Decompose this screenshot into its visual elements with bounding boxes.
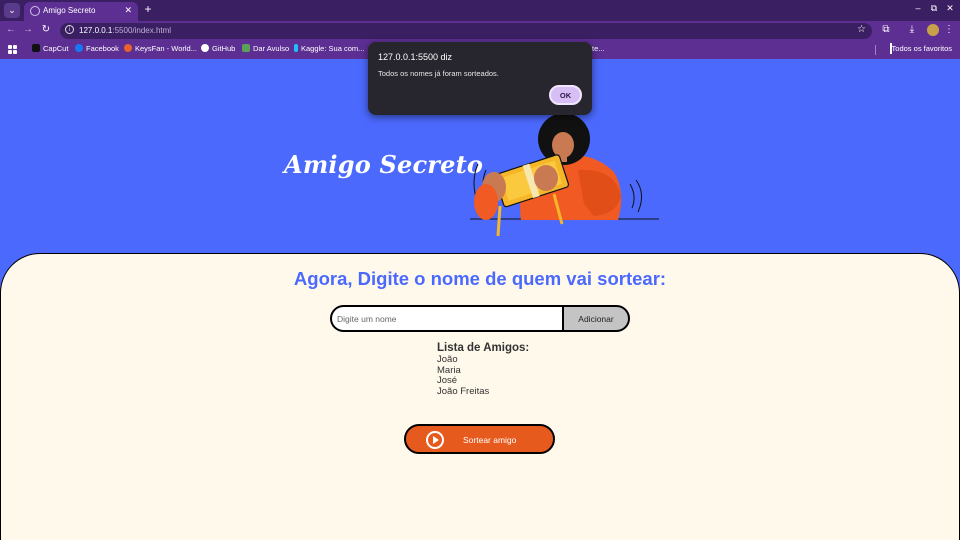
alert-dialog: 127.0.0.1:5500 diz Todos os nomes já for…: [368, 42, 592, 115]
list-item: João Freitas: [437, 386, 490, 398]
bookmark-truncated[interactable]: te...: [592, 44, 605, 53]
bookmark-label: Dar Avulso: [253, 44, 290, 53]
bookmark-label: GitHub: [212, 44, 236, 53]
capcut-icon: [32, 44, 40, 52]
address-bar[interactable]: i 127.0.0.1:5500/index.html ☆: [60, 23, 872, 39]
restore-button[interactable]: ⧉: [927, 3, 941, 14]
bookmark-capcut[interactable]: CapCut: [32, 44, 68, 53]
ok-button[interactable]: OK: [549, 85, 582, 105]
url-path: :5500/index.html: [112, 26, 172, 35]
new-tab-button[interactable]: +: [141, 2, 155, 16]
bookmark-label: Facebook: [86, 44, 119, 53]
bookmark-star-icon[interactable]: ☆: [857, 24, 866, 35]
page-title: Amigo Secreto: [284, 150, 484, 179]
bookmark-label: CapCut: [43, 44, 69, 53]
minimize-button[interactable]: –: [911, 3, 925, 13]
bookmark-dar-avulso[interactable]: Dar Avulso: [242, 44, 289, 53]
back-arrow-icon[interactable]: ←: [4, 24, 18, 35]
forward-arrow-icon[interactable]: →: [21, 24, 35, 35]
all-bookmarks-label: Todos os favoritos: [891, 44, 952, 53]
dar-avulso-icon: [242, 44, 250, 52]
tab-close-icon[interactable]: ✕: [124, 5, 132, 16]
section-heading: Agora, Digite o nome de quem vai sortear…: [293, 268, 667, 289]
github-icon: [201, 44, 209, 52]
browser-tab-strip: ⌄ Amigo Secreto ✕ + – ⧉ ✕: [0, 0, 960, 21]
profile-avatar[interactable]: [927, 24, 939, 36]
tab-amigo-secreto[interactable]: Amigo Secreto ✕: [24, 2, 138, 21]
play-circle-icon: [426, 431, 444, 449]
person-with-gift-illustration: [470, 113, 659, 237]
apps-grid-icon[interactable]: [8, 45, 17, 54]
all-bookmarks-folder[interactable]: Todos os favoritos: [889, 43, 952, 54]
extensions-icon[interactable]: ⧉: [879, 24, 893, 35]
tab-search-button[interactable]: ⌄: [4, 3, 20, 18]
bookmark-label: KeysFan - World...: [135, 44, 197, 53]
draw-friend-button[interactable]: Sortear amigo: [404, 424, 555, 454]
keysfan-icon: [124, 44, 132, 52]
url-text: 127.0.0.1:5500/index.html: [79, 26, 171, 35]
site-info-icon[interactable]: i: [65, 25, 74, 34]
tab-title: Amigo Secreto: [43, 6, 96, 15]
friend-list: João Maria José João Freitas: [437, 354, 490, 398]
bookmark-label: Kaggle: Sua com...: [301, 44, 365, 53]
draw-button-label: Sortear amigo: [463, 435, 517, 445]
bookmark-github[interactable]: GitHub: [201, 44, 235, 53]
dialog-origin: 127.0.0.1:5500 diz: [378, 52, 453, 62]
bookmark-facebook[interactable]: Facebook: [75, 44, 119, 53]
bookmarks-divider: [875, 45, 876, 55]
facebook-icon: [75, 44, 83, 52]
close-window-button[interactable]: ✕: [943, 3, 957, 14]
menu-kebab-icon[interactable]: ⋮: [942, 24, 956, 35]
download-icon[interactable]: ⤓: [905, 24, 919, 35]
dialog-message: Todos os nomes já foram sorteados.: [378, 69, 499, 78]
kaggle-icon: [294, 44, 298, 52]
url-host: 127.0.0.1: [79, 26, 113, 35]
reload-icon[interactable]: ↻: [39, 24, 53, 35]
bookmark-keysfan[interactable]: KeysFan - World...: [124, 44, 197, 53]
name-input[interactable]: [330, 305, 566, 332]
bookmark-kaggle[interactable]: Kaggle: Sua com...: [294, 44, 364, 53]
friend-list-title: Lista de Amigos:: [437, 342, 530, 354]
add-button[interactable]: Adicionar: [562, 305, 630, 332]
browser-toolbar: ← → ↻ i 127.0.0.1:5500/index.html ☆ ⧉ ⤓ …: [0, 21, 960, 41]
